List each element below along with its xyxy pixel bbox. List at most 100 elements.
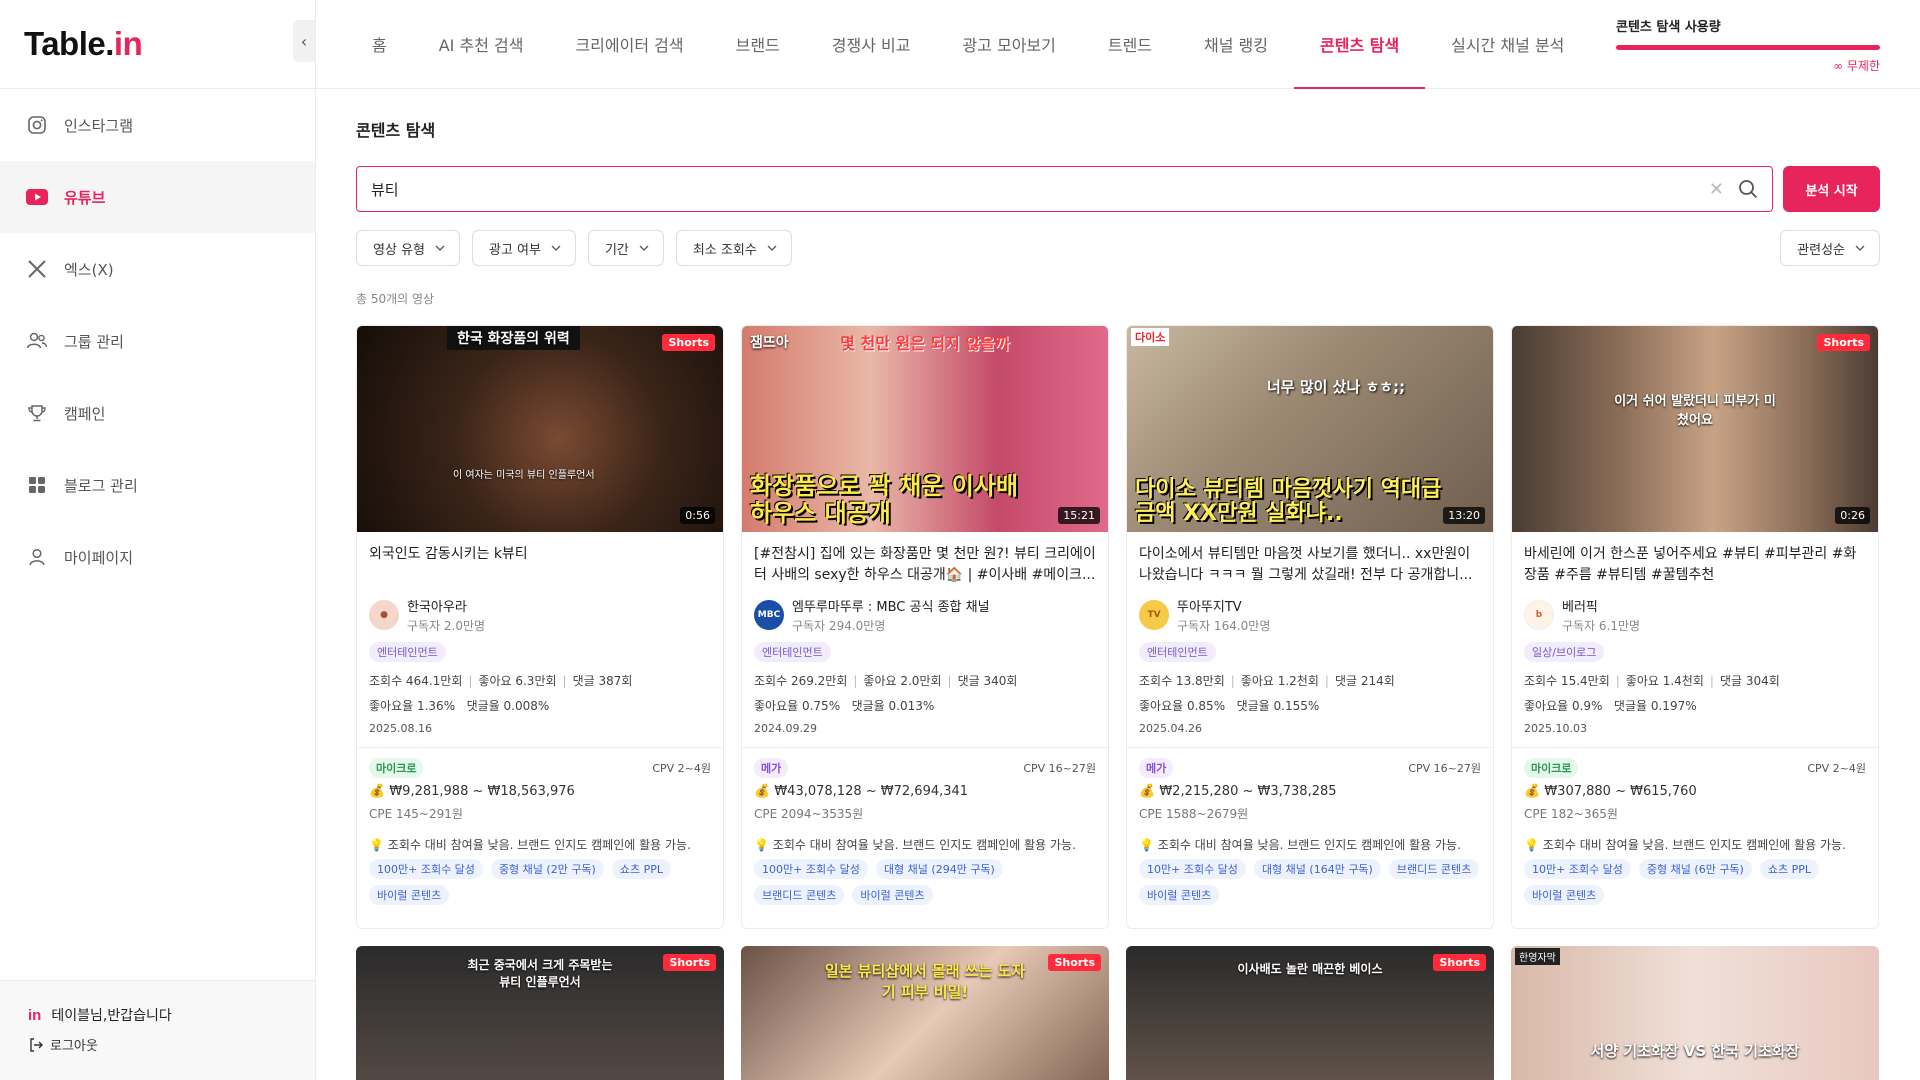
tag: 중형 채널 (2만 구독) bbox=[490, 859, 604, 879]
tier-badge: 메가 bbox=[754, 758, 789, 778]
main-area: 홈 AI 추천 검색 크리에이터 검색 브랜드 경쟁사 비교 광고 모아보기 트… bbox=[316, 0, 1920, 1080]
shorts-badge: Shorts bbox=[1433, 954, 1486, 971]
cpv: CPV 16~27원 bbox=[1408, 762, 1481, 775]
logo-area: Table.in ‹ bbox=[0, 0, 315, 89]
tab-ai-search[interactable]: AI 추천 검색 bbox=[413, 0, 550, 88]
shorts-badge: Shorts bbox=[663, 954, 716, 971]
tag: 쇼츠 PPL bbox=[611, 859, 671, 879]
video-thumbnail[interactable]: 최근 중국에서 크게 주목받는 뷰티 인플루언서 Shorts bbox=[356, 946, 724, 1080]
x-icon bbox=[26, 258, 48, 280]
video-thumbnail[interactable]: 한국 화장품의 위력 이 여자는 미국의 뷰티 인플루언서 Shorts 0:5… bbox=[357, 326, 723, 532]
category-badge: 엔터테인먼트 bbox=[1139, 642, 1216, 662]
filter-min-views[interactable]: 최소 조회수 bbox=[675, 230, 792, 266]
tier-row: 마이크로 CPV 2~4원 bbox=[369, 758, 711, 778]
video-title[interactable]: 외국인도 감동시키는 k뷰티 bbox=[369, 544, 711, 586]
channel[interactable]: TV 뚜아뚜지TV 구독자 164.0만명 bbox=[1139, 596, 1481, 634]
video-card[interactable]: 다이소 너무 많이 샀나 ㅎㅎ;; 다이소 뷰티템 마음껏사기 역대급 금액 X… bbox=[1126, 325, 1494, 929]
video-stats: 조회수 269.2만회 | 좋아요 2.0만회 | 댓글 340회 bbox=[754, 674, 1018, 688]
thumbnail-headline: 화장품으로 꽉 채운 이사배 하우스 대공개 bbox=[750, 472, 1018, 527]
tab-brand[interactable]: 브랜드 bbox=[710, 0, 806, 88]
tag: 바이럴 콘텐츠 bbox=[1524, 885, 1605, 905]
search-icon[interactable] bbox=[1738, 179, 1758, 199]
video-card[interactable]: 이거 쉬어 발랐더니 피부가 미쳤어요 Shorts 0:26 바세린에 이거 … bbox=[1511, 325, 1879, 929]
lightbulb-icon: 💡 bbox=[1139, 838, 1154, 852]
sort-select[interactable]: 관련성순 bbox=[1780, 230, 1880, 266]
video-card[interactable]: 한국 화장품의 위력 이 여자는 미국의 뷰티 인플루언서 Shorts 0:5… bbox=[356, 325, 724, 929]
duration: 13:20 bbox=[1443, 507, 1485, 524]
video-grid-row2: 최근 중국에서 크게 주목받는 뷰티 인플루언서 Shorts 일본 뷰티샵에서… bbox=[356, 946, 1880, 1080]
tab-home[interactable]: 홈 bbox=[346, 0, 413, 88]
trophy-icon bbox=[26, 402, 48, 424]
upload-date: 2025.08.16 bbox=[369, 722, 432, 735]
tab-ads[interactable]: 광고 모아보기 bbox=[936, 0, 1081, 88]
filter-video-type[interactable]: 영상 유형 bbox=[356, 230, 460, 266]
divider bbox=[742, 747, 1108, 748]
tag: 중형 채널 (6만 구독) bbox=[1638, 859, 1752, 879]
channel[interactable]: b 베러픽 구독자 6.1만명 bbox=[1524, 596, 1866, 634]
sidebar-collapse-button[interactable]: ‹ bbox=[293, 20, 315, 62]
cpe: CPE 1588~2679원 bbox=[1139, 807, 1249, 821]
tag-list: 100만+ 조회수 달성 대형 채널 (294만 구독) 브랜디드 콘텐츠 바이럴 콘… bbox=[754, 859, 1096, 905]
video-thumbnail[interactable]: 이사배도 놀란 매끈한 베이스 Shorts bbox=[1126, 946, 1494, 1080]
duration: 0:26 bbox=[1835, 507, 1870, 524]
search-input[interactable] bbox=[371, 180, 1709, 198]
tab-ranking[interactable]: 채널 랭킹 bbox=[1178, 0, 1294, 88]
cpe: CPE 2094~3535원 bbox=[754, 807, 864, 821]
video-thumbnail[interactable]: 몇 천만 원은 되지 않을까 잼뜨아 화장품으로 꽉 채운 이사배 하우스 대공… bbox=[742, 326, 1108, 532]
mini-logo: in bbox=[28, 1006, 42, 1024]
analyze-button[interactable]: 분석 시작 bbox=[1783, 166, 1880, 212]
video-title[interactable]: [#전참시] 집에 있는 화장품만 몇 천만 원?! 뷰티 크리에이터 사배의 … bbox=[754, 544, 1096, 586]
tag: 바이럴 콘텐츠 bbox=[369, 885, 450, 905]
filter-ad[interactable]: 광고 여부 bbox=[471, 230, 576, 266]
tag-list: 10만+ 조회수 달성 대형 채널 (164만 구독) 브랜디드 콘텐츠 바이럴 콘텐… bbox=[1139, 859, 1481, 905]
logout-label: 로그아웃 bbox=[50, 1039, 98, 1054]
insight: 💡 조회수 대비 참여율 낮음. 브랜드 인지도 캠페인에 활용 가능. bbox=[369, 838, 691, 852]
insight: 💡 조회수 대비 참여율 낮음. 브랜드 인지도 캠페인에 활용 가능. bbox=[1139, 838, 1461, 852]
duration: 0:56 bbox=[680, 507, 715, 524]
sidebar-item-youtube[interactable]: 유튜브 bbox=[0, 161, 315, 233]
sidebar-item-blog[interactable]: 블로그 관리 bbox=[0, 449, 315, 521]
sidebar-item-label: 인스타그램 bbox=[64, 116, 134, 135]
sidebar-item-x[interactable]: 엑스(X) bbox=[0, 233, 315, 305]
group-icon bbox=[26, 330, 48, 352]
video-title[interactable]: 바세린에 이거 한스푼 넣어주세요 #뷰티 #피부관리 #화장품 #주름 #뷰티… bbox=[1524, 544, 1866, 586]
money-bag-icon: 💰 bbox=[754, 784, 771, 799]
logout-button[interactable]: 로그아웃 bbox=[28, 1035, 315, 1054]
thumbnail-caption: 이거 쉬어 발랐더니 피부가 미쳤어요 bbox=[1614, 394, 1776, 428]
divider bbox=[357, 747, 723, 748]
clear-icon[interactable]: ✕ bbox=[1709, 179, 1724, 200]
video-thumbnail[interactable]: 다이소 너무 많이 샀나 ㅎㅎ;; 다이소 뷰티템 마음껏사기 역대급 금액 X… bbox=[1127, 326, 1493, 532]
channel-subs: 구독자 2.0만명 bbox=[407, 619, 486, 633]
lightbulb-icon: 💡 bbox=[369, 838, 384, 852]
video-thumbnail[interactable]: 한영자막 서양 기초화장 VS 한국 기초화장 bbox=[1511, 946, 1879, 1080]
filter-period[interactable]: 기간 bbox=[587, 230, 664, 266]
tab-competitor[interactable]: 경쟁사 비교 bbox=[806, 0, 937, 88]
content-section: 콘텐츠 탐색 ✕ 분석 시작 영상 유형 광고 여부 기간 최소 조회수 관련성… bbox=[316, 89, 1920, 1080]
card-body: 다이소에서 뷰티템만 마음껏 사보기를 했더니.. xx만원이 나왔습니다 ㅋㅋ… bbox=[1127, 532, 1493, 905]
price-range: 💰 ₩2,215,280 ~ ₩3,738,285 bbox=[1139, 784, 1337, 799]
sidebar-item-group[interactable]: 그룹 관리 bbox=[0, 305, 315, 377]
sidebar-item-instagram[interactable]: 인스타그램 bbox=[0, 89, 315, 161]
shorts-badge: Shorts bbox=[1048, 954, 1101, 971]
avatar: ● bbox=[369, 600, 399, 630]
tab-creator-search[interactable]: 크리에이터 검색 bbox=[549, 0, 709, 88]
card-body: 바세린에 이거 한스푼 넣어주세요 #뷰티 #피부관리 #화장품 #주름 #뷰티… bbox=[1512, 532, 1878, 905]
greeting-text: 테이블님,반갑습니다 bbox=[51, 1008, 172, 1024]
tab-realtime[interactable]: 실시간 채널 분석 bbox=[1425, 0, 1590, 88]
channel[interactable]: MBC 엠뚜루마뚜루 : MBC 공식 종합 채널 구독자 294.0만명 bbox=[754, 596, 1096, 634]
video-thumbnail[interactable]: 이거 쉬어 발랐더니 피부가 미쳤어요 Shorts 0:26 bbox=[1512, 326, 1878, 532]
video-thumbnail[interactable]: 일본 뷰티샵에서 몰래 쓰는 도자기 피부 비밀! Shorts bbox=[741, 946, 1109, 1080]
upload-date: 2025.04.26 bbox=[1139, 722, 1202, 735]
divider bbox=[1512, 747, 1878, 748]
sidebar-item-mypage[interactable]: 마이페이지 bbox=[0, 521, 315, 593]
channel[interactable]: ● 한국아우라 구독자 2.0만명 bbox=[369, 596, 711, 634]
logo[interactable]: Table.in bbox=[24, 25, 143, 63]
video-title[interactable]: 다이소에서 뷰티템만 마음껏 사보기를 했더니.. xx만원이 나왔습니다 ㅋㅋ… bbox=[1139, 544, 1481, 586]
tab-content-explore[interactable]: 콘텐츠 탐색 bbox=[1294, 0, 1426, 89]
chevron-down-icon bbox=[767, 245, 777, 251]
video-card[interactable]: 몇 천만 원은 되지 않을까 잼뜨아 화장품으로 꽉 채운 이사배 하우스 대공… bbox=[741, 325, 1109, 929]
card-body: [#전참시] 집에 있는 화장품만 몇 천만 원?! 뷰티 크리에이터 사배의 … bbox=[742, 532, 1108, 905]
tab-trend[interactable]: 트렌드 bbox=[1082, 0, 1178, 88]
sidebar-item-campaign[interactable]: 캠페인 bbox=[0, 377, 315, 449]
chevron-down-icon bbox=[435, 245, 445, 251]
